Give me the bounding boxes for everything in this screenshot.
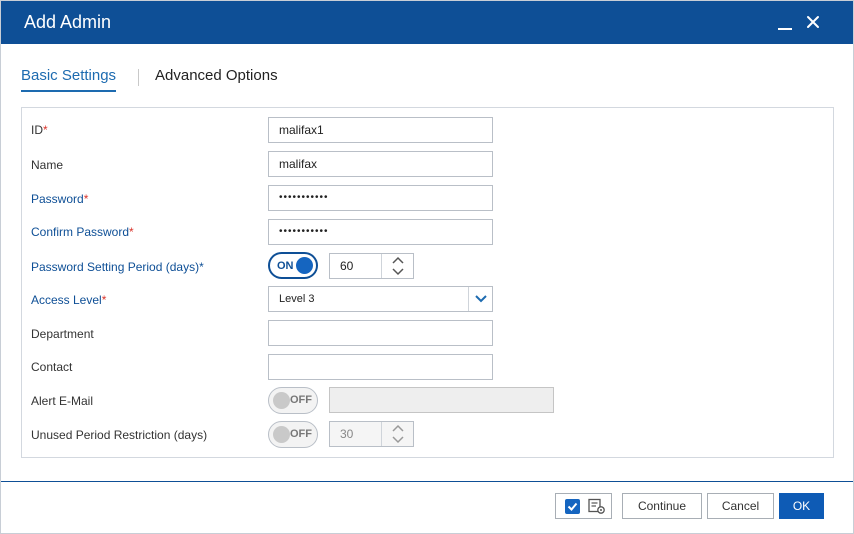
password-period-value: 60 xyxy=(340,259,354,273)
ok-button[interactable]: OK xyxy=(779,493,824,519)
id-label: ID* xyxy=(31,123,48,137)
close-icon[interactable] xyxy=(802,11,824,33)
checkbox-icon[interactable] xyxy=(565,499,580,514)
alert-email-label: Alert E-Mail xyxy=(31,394,94,408)
add-admin-dialog: Add Admin Basic Settings Advanced Option… xyxy=(0,0,854,534)
unused-period-value: 30 xyxy=(340,427,354,441)
chevron-up-icon[interactable] xyxy=(382,254,413,266)
footer-divider xyxy=(1,481,853,482)
name-label: Name xyxy=(31,158,64,172)
confirm-password-input[interactable]: ••••••••••• xyxy=(268,219,493,245)
continue-button[interactable]: Continue xyxy=(622,493,702,519)
contact-label: Contact xyxy=(31,360,73,374)
toggle-state-text: OFF xyxy=(290,394,312,406)
tab-bar: Basic Settings Advanced Options xyxy=(21,61,321,93)
unused-period-stepper: 30 xyxy=(329,421,414,447)
toggle-knob xyxy=(273,392,290,409)
password-period-toggle[interactable]: ON xyxy=(268,252,318,279)
chevron-up-icon xyxy=(382,422,413,434)
chevron-down-icon xyxy=(382,434,413,446)
contact-input[interactable] xyxy=(268,354,493,380)
toggle-knob xyxy=(296,257,313,274)
password-period-label: Password Setting Period (days)* xyxy=(31,260,204,274)
name-input[interactable]: malifax xyxy=(268,151,493,177)
alert-email-toggle[interactable]: OFF xyxy=(268,387,318,414)
toggle-knob xyxy=(273,426,290,443)
access-level-select[interactable]: Level 3 xyxy=(268,286,493,312)
chevron-down-icon xyxy=(468,287,492,311)
list-settings-icon[interactable] xyxy=(588,498,606,515)
tab-divider xyxy=(138,69,139,86)
department-input[interactable] xyxy=(268,320,493,346)
access-level-label: Access Level* xyxy=(31,293,107,307)
unused-period-toggle[interactable]: OFF xyxy=(268,421,318,448)
footer-icon-group xyxy=(555,493,612,519)
department-label: Department xyxy=(31,327,94,341)
alert-email-input xyxy=(329,387,554,413)
password-input[interactable]: ••••••••••• xyxy=(268,185,493,211)
confirm-password-label: Confirm Password* xyxy=(31,225,134,239)
chevron-down-icon[interactable] xyxy=(382,266,413,278)
password-label: Password* xyxy=(31,192,89,206)
tab-advanced-options[interactable]: Advanced Options xyxy=(155,67,278,90)
tab-basic-settings[interactable]: Basic Settings xyxy=(21,67,117,92)
id-input[interactable]: malifax1 xyxy=(268,117,493,143)
password-period-stepper[interactable]: 60 xyxy=(329,253,414,279)
unused-period-label: Unused Period Restriction (days) xyxy=(31,428,208,442)
toggle-state-text: OFF xyxy=(290,428,312,440)
minimize-icon[interactable] xyxy=(774,11,796,33)
toggle-state-text: ON xyxy=(277,260,294,272)
dialog-title: Add Admin xyxy=(24,12,112,32)
stepper-buttons xyxy=(381,254,413,278)
title-bar: Add Admin xyxy=(1,1,853,44)
access-level-value: Level 3 xyxy=(279,293,315,305)
stepper-buttons xyxy=(381,422,413,446)
cancel-button[interactable]: Cancel xyxy=(707,493,774,519)
